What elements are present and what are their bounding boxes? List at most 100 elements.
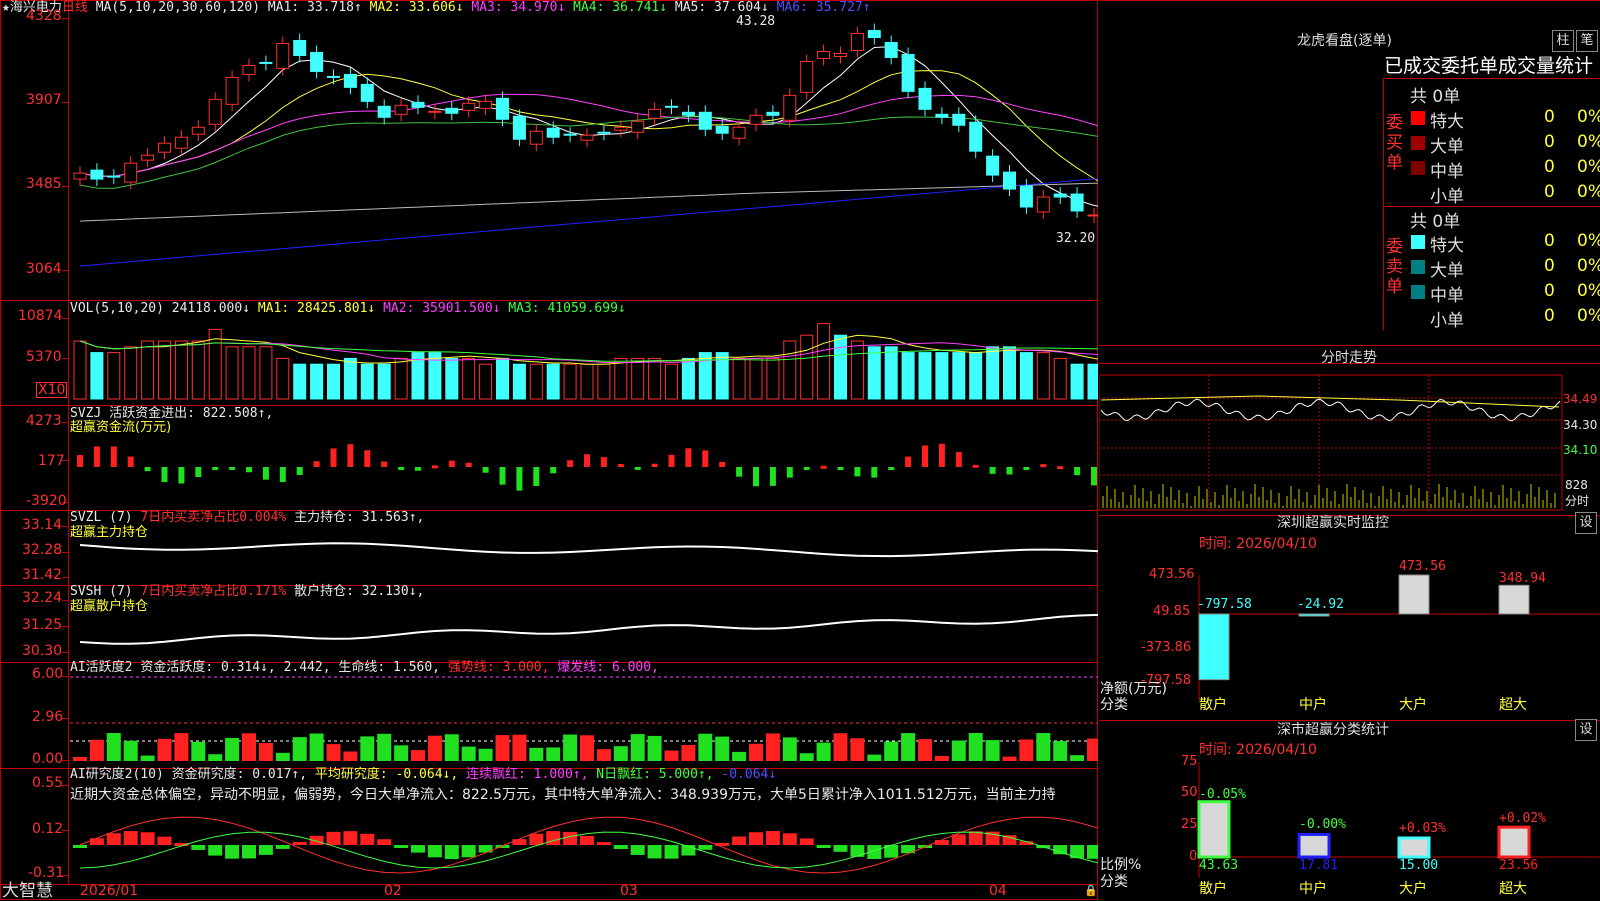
research-bar	[630, 845, 645, 855]
color-swatch	[1411, 111, 1425, 125]
fund-flow-bar	[465, 462, 472, 467]
order-name: 大单	[1430, 137, 1464, 157]
ma-label: MA(5,10,20,30,60,120)	[95, 0, 261, 15]
tick-view-button[interactable]: 笔	[1576, 30, 1598, 52]
sz-category: 大户	[1399, 697, 1427, 713]
research-bar	[698, 845, 713, 850]
research-bar	[478, 845, 493, 853]
activity-bar	[799, 753, 814, 761]
candle-body	[276, 43, 290, 69]
activity-bar	[901, 733, 916, 761]
volume-bar	[327, 363, 340, 400]
vol-unit-badge[interactable]: X10	[36, 382, 68, 398]
volume-bar	[1036, 352, 1050, 400]
mini-price-line	[1100, 398, 1561, 422]
research-bar	[1087, 845, 1098, 859]
price-tick: 4328	[26, 8, 62, 24]
activity-bar	[884, 741, 899, 761]
activity-bar	[174, 733, 189, 761]
vol-ma1: MA1: 28425.801↓	[257, 301, 376, 316]
sc-tick: 50	[1181, 785, 1198, 800]
fund-flow-bar	[127, 456, 134, 467]
svzl-label: SVZL (7)	[70, 510, 133, 525]
activity-bar	[394, 745, 409, 761]
ai1-a: 资金活跃度: 0.314↓,	[140, 660, 276, 675]
svzl-tick: 31.42	[22, 567, 63, 583]
research-bar	[140, 832, 155, 845]
bar-view-button[interactable]: 柱	[1552, 30, 1574, 52]
order-name: 大单	[1430, 261, 1464, 281]
research-bar	[529, 833, 544, 845]
order-name: 小单	[1430, 187, 1464, 207]
volume-bar	[867, 346, 881, 400]
candle-body	[749, 114, 763, 125]
sc-settings-button[interactable]: 设	[1575, 719, 1597, 741]
candle-body	[732, 126, 746, 139]
activity-bar	[985, 740, 1000, 761]
volume-bar	[614, 357, 628, 400]
fund-flow-bar	[617, 464, 624, 468]
fund-flow-bar	[989, 467, 996, 474]
order-name: 特大	[1430, 112, 1464, 132]
vol-tick: 10874	[18, 308, 63, 324]
lock-icon[interactable]: 🔒	[1084, 884, 1098, 898]
volume-bar	[648, 357, 662, 400]
fund-flow-bar	[229, 467, 236, 470]
sc-time: 时间: 2026/04/10	[1199, 742, 1317, 758]
color-swatch	[1411, 161, 1425, 175]
fund-flow-bar	[1091, 467, 1097, 486]
mini-tick: 34.30	[1563, 418, 1598, 432]
sz-value-label: -24.92	[1297, 597, 1344, 612]
candle-body	[529, 130, 543, 145]
candle-body	[969, 121, 983, 152]
ai1-c: 生命线: 1.560,	[338, 660, 441, 675]
volume-bar	[377, 363, 391, 400]
fund-flow-bar	[584, 454, 590, 467]
volume-bar	[783, 340, 797, 400]
fund-flow-bar	[905, 456, 912, 467]
volume-bar	[935, 352, 949, 400]
right-panel-canvas	[1099, 0, 1600, 878]
candle-body	[1070, 193, 1084, 212]
sc-tick: 0	[1189, 849, 1198, 864]
order-name: 中单	[1430, 162, 1464, 182]
fund-flow-bar	[246, 467, 252, 473]
svzl-sub: 超赢主力持仓	[70, 525, 149, 540]
research-bar	[377, 839, 392, 845]
kline-chart-area[interactable]: ★海兴电力日线 MA(5,10,20,30,60,120) MA1: 33.71…	[0, 0, 1098, 900]
fund-flow-bar	[769, 467, 776, 486]
research-bar	[106, 833, 121, 845]
star-icon: ★	[2, 0, 10, 15]
fund-flow-bar	[262, 467, 269, 480]
order-p: 0%	[1577, 182, 1600, 202]
volume-bar	[141, 340, 155, 400]
sc-unit: 比例%	[1100, 857, 1142, 873]
research-bar	[563, 831, 578, 845]
volume-bar	[952, 352, 966, 400]
activity-bar	[529, 747, 544, 761]
sz-unit: 净额(万元)	[1100, 681, 1167, 697]
volume-bar	[1070, 363, 1084, 400]
candle-body	[327, 75, 340, 78]
volume-bar	[529, 363, 543, 400]
mini-chart-title: 分时走势	[1321, 350, 1377, 366]
candle-body	[377, 105, 391, 118]
volume-bar	[850, 340, 864, 400]
stats-tabs[interactable]: 已成交委托单成交量统计	[1384, 56, 1593, 76]
volume-bar	[546, 363, 560, 400]
sz-settings-button[interactable]: 设	[1575, 512, 1597, 534]
sz-value-label: 473.56	[1399, 559, 1446, 574]
fund-flow-bar	[753, 467, 759, 487]
volume-bar	[884, 346, 898, 400]
activity-bar	[850, 738, 865, 761]
volume-bar	[293, 363, 307, 400]
sc-category: 散户	[1199, 881, 1227, 897]
volume-bar	[174, 340, 188, 400]
activity-bar	[1036, 733, 1051, 761]
fund-flow-bar	[144, 467, 151, 472]
candle-body	[158, 142, 171, 153]
volume-bar	[124, 346, 138, 400]
ai1-tick: 0.00	[32, 751, 64, 767]
fund-flow-bar	[330, 448, 337, 467]
research-bar	[596, 842, 611, 846]
